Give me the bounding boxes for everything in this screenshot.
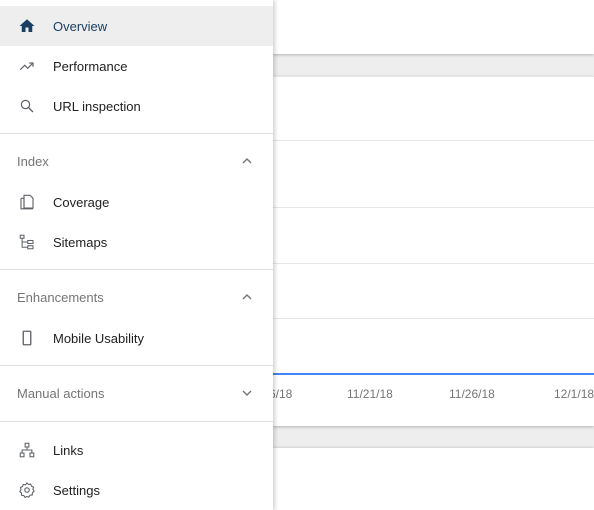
nav-divider (0, 133, 273, 134)
section-label: Enhancements (17, 290, 104, 305)
section-header-manual-actions[interactable]: Manual actions (0, 373, 273, 413)
chart-gridline (273, 140, 594, 141)
summary-card (273, 0, 594, 54)
home-icon (17, 16, 37, 36)
nav-item-url-inspection[interactable]: URL inspection (0, 86, 273, 126)
x-tick-label: 11/21/18 (347, 387, 393, 401)
chart-gridline (273, 207, 594, 208)
chart-gridline (273, 263, 594, 264)
nav-item-performance[interactable]: Performance (0, 46, 273, 86)
nav-item-label: Links (53, 442, 84, 458)
section-header-enhancements[interactable]: Enhancements (0, 277, 273, 317)
mobile-icon (17, 328, 37, 348)
search-icon (17, 96, 37, 116)
nav-item-mobile-usability[interactable]: Mobile Usability (0, 318, 273, 358)
nav-item-label: Mobile Usability (53, 330, 145, 346)
chart-gridline (273, 76, 594, 77)
nav-item-coverage[interactable]: Coverage (0, 182, 273, 222)
x-tick-label: 12/1/18 (554, 387, 594, 401)
trending-up-icon (17, 56, 37, 76)
chevron-up-icon (242, 158, 252, 164)
details-card (273, 448, 594, 510)
nav-item-links[interactable]: Links (0, 430, 273, 470)
chart-gridline (273, 318, 594, 319)
performance-chart-card: 6/18 11/21/18 11/26/18 12/1/18 (269, 76, 594, 426)
nav-item-label: URL inspection (53, 98, 141, 114)
nav-item-label: Settings (53, 482, 100, 498)
chart-series-line (273, 373, 594, 375)
chevron-down-icon (242, 390, 252, 396)
settings-icon (17, 480, 37, 500)
sitemap-icon (17, 232, 37, 252)
nav-item-label: Sitemaps (53, 234, 108, 250)
nav-item-sitemaps[interactable]: Sitemaps (0, 222, 273, 262)
chevron-up-icon (242, 294, 252, 300)
section-label: Manual actions (17, 386, 105, 401)
navigation-drawer: Overview Performance URL inspection Inde… (0, 0, 273, 510)
x-tick-label: 11/26/18 (449, 387, 495, 401)
nav-item-overview[interactable]: Overview (0, 6, 273, 46)
nav-divider (0, 365, 273, 366)
section-header-index[interactable]: Index (0, 141, 273, 181)
app-stage: 6/18 11/21/18 11/26/18 12/1/18 Overview … (0, 0, 594, 510)
nav-item-settings[interactable]: Settings (0, 470, 273, 510)
coverage-icon (17, 192, 37, 212)
nav-item-label: Overview (53, 18, 108, 34)
nav-item-label: Coverage (53, 194, 110, 210)
nav-item-label: Performance (53, 58, 128, 74)
section-label: Index (17, 154, 49, 169)
nav-divider (0, 421, 273, 422)
links-icon (17, 440, 37, 460)
nav-divider (0, 269, 273, 270)
